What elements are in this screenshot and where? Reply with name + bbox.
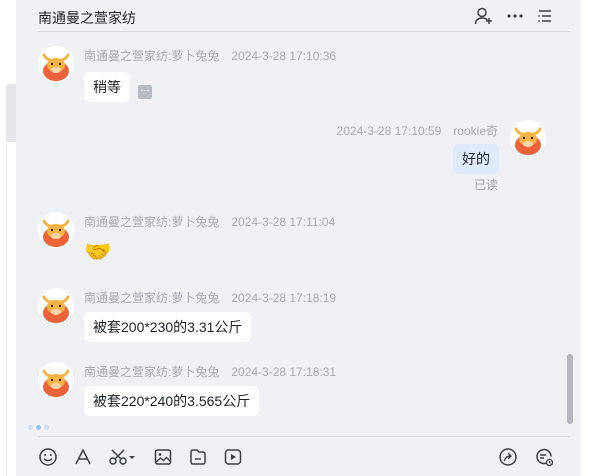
file-icon[interactable] [188,447,208,467]
font-icon[interactable] [73,447,93,467]
chat-header: 南通曼之萱家纺 [16,0,580,34]
message-time: 2024-3-28 17:11:04 [231,215,336,229]
message-meta: 南通曼之萱家纺:萝卜兔兔 2024-3-28 17:18:19 [84,289,336,306]
message-badge: ··· [138,85,152,99]
sender-name: 南通曼之萱家纺:萝卜兔兔 [84,49,220,63]
sender-avatar[interactable] [38,212,74,248]
right-gutter [580,0,596,476]
handshake-emoji[interactable]: 🤝 [84,238,111,266]
left-divider [6,142,7,476]
video-icon[interactable] [223,447,243,467]
chat-title: 南通曼之萱家纺 [38,10,136,26]
sender-name: rookie奇 [453,124,498,138]
message-time: 2024-3-28 17:10:36 [231,49,337,63]
message-bubble[interactable]: 好的 [453,144,499,174]
list-icon[interactable] [535,6,555,26]
chat-window: 南通曼之萱家纺 南通曼之萱家纺:萝卜兔兔 2024-3-28 17:10:36 稍… [0,0,596,476]
message-meta: 2024-3-28 17:10:59 rookie奇 [337,122,498,139]
image-icon[interactable] [153,447,173,467]
message-meta: 南通曼之萱家纺:萝卜兔兔 2024-3-28 17:18:31 [84,363,336,380]
add-member-icon[interactable] [474,6,494,26]
loading-dots [28,417,52,435]
history-icon[interactable] [534,447,554,467]
sender-name: 南通曼之萱家纺:萝卜兔兔 [84,365,220,379]
read-status: 已读 [473,178,498,192]
emoji-icon[interactable] [38,447,58,467]
sender-name: 南通曼之萱家纺:萝卜兔兔 [84,215,220,229]
message-meta: 南通曼之萱家纺:萝卜兔兔 2024-3-28 17:10:36 [84,47,336,64]
more-icon[interactable] [505,6,525,26]
share-icon[interactable] [498,447,518,467]
conversation-list-handle[interactable] [6,84,16,142]
sender-avatar[interactable] [38,46,74,82]
message-meta: 南通曼之萱家纺:萝卜兔兔 2024-3-28 17:11:04 [84,213,335,230]
message-bubble[interactable]: 被套220*240的3.565公斤 [84,386,260,416]
left-gutter [0,0,16,476]
message-time: 2024-3-28 17:18:31 [231,365,337,379]
scrollbar-thumb[interactable] [567,354,573,424]
screenshot-icon[interactable] [108,447,138,467]
sender-name: 南通曼之萱家纺:萝卜兔兔 [84,291,220,305]
sender-avatar[interactable] [38,362,74,398]
message-list[interactable]: 南通曼之萱家纺:萝卜兔兔 2024-3-28 17:10:36 稍等 ··· 20… [16,34,580,434]
message-time: 2024-3-28 17:18:19 [231,291,337,305]
self-avatar[interactable] [510,120,546,156]
message-bubble[interactable]: 被套200*230的3.31公斤 [84,312,252,342]
message-time: 2024-3-28 17:10:59 [336,124,442,138]
chat-panel: 南通曼之萱家纺 南通曼之萱家纺:萝卜兔兔 2024-3-28 17:10:36 稍… [16,0,580,476]
sender-avatar[interactable] [38,288,74,324]
header-divider [38,31,570,32]
message-bubble[interactable]: 稍等 [84,72,130,102]
toolbar-divider [38,436,570,437]
